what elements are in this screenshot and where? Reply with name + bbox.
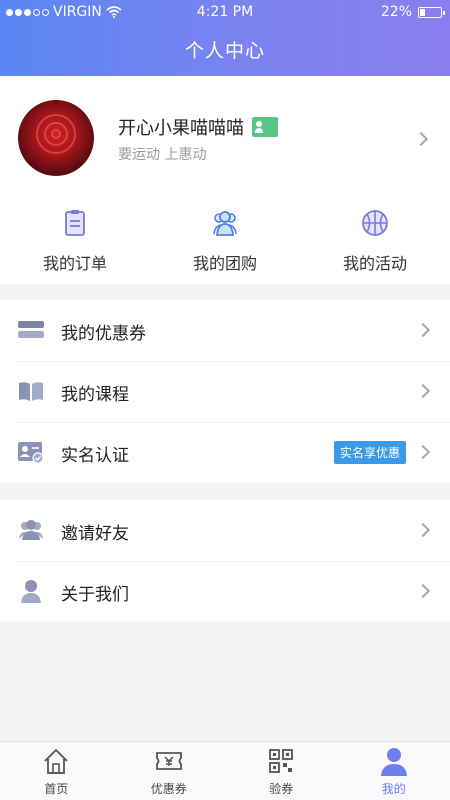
status-bar: VIRGIN 4:21 PM 22% bbox=[0, 0, 450, 26]
id-card-icon bbox=[18, 442, 44, 464]
chevron-right-icon bbox=[415, 444, 431, 460]
my-activities-button[interactable]: 我的活动 bbox=[300, 208, 450, 274]
nickname: 开心小果喵喵喵 bbox=[118, 118, 244, 139]
bottom-tab-bar: 首页 优惠券 验券 我的 bbox=[0, 741, 450, 800]
tab-mine[interactable]: 我的 bbox=[338, 742, 450, 800]
menu-item-real-name-auth[interactable]: 实名认证 实名享优惠 bbox=[0, 422, 450, 483]
my-activities-label: 我的活动 bbox=[342, 254, 407, 273]
qr-code-icon bbox=[269, 749, 294, 773]
menu-label-coupons: 我的优惠券 bbox=[61, 324, 146, 344]
menu-item-courses[interactable]: 我的课程 bbox=[0, 361, 450, 422]
top-header: VIRGIN 4:21 PM 22% 个人中心 bbox=[0, 0, 450, 76]
quick-actions: 我的订单 我的团购 我的活动 bbox=[0, 208, 450, 274]
tab-coupons[interactable]: 优惠券 bbox=[113, 742, 226, 800]
menu-item-about-us[interactable]: 关于我们 bbox=[0, 561, 450, 622]
chevron-right-icon bbox=[415, 583, 431, 599]
menu-item-invite-friends[interactable]: 邀请好友 bbox=[0, 500, 450, 561]
group-buy-icon bbox=[213, 211, 237, 236]
real-name-discount-badge: 实名享优惠 bbox=[333, 441, 406, 464]
tab-mine-label: 我的 bbox=[381, 782, 406, 796]
book-icon bbox=[19, 382, 43, 401]
chevron-right-icon bbox=[415, 383, 431, 399]
menu-label-real-name-auth: 实名认证 bbox=[61, 446, 129, 466]
friends-icon bbox=[19, 520, 43, 540]
menu-label-invite-friends: 邀请好友 bbox=[61, 524, 129, 544]
tab-coupons-label: 优惠券 bbox=[150, 782, 187, 796]
tab-home-label: 首页 bbox=[44, 782, 69, 796]
menu-group-secondary: 邀请好友 关于我们 bbox=[0, 500, 450, 621]
nickname-row: 开心小果喵喵喵 bbox=[118, 114, 278, 140]
menu-label-courses: 我的课程 bbox=[61, 385, 129, 405]
menu-item-coupons[interactable]: 我的优惠券 bbox=[0, 300, 450, 361]
ticket-icon bbox=[155, 752, 182, 770]
tab-verify-coupons-label: 验券 bbox=[269, 782, 294, 796]
user-icon bbox=[380, 748, 407, 776]
my-group-buy-button[interactable]: 我的团购 bbox=[150, 208, 300, 274]
battery-area: 22% bbox=[380, 4, 445, 20]
chevron-right-icon bbox=[415, 322, 431, 338]
battery-percent: 22% bbox=[380, 4, 412, 20]
basketball-icon bbox=[362, 210, 388, 236]
chevron-right-icon bbox=[415, 522, 431, 538]
coupon-icon bbox=[18, 321, 44, 338]
menu-label-about-us: 关于我们 bbox=[61, 585, 129, 605]
my-orders-label: 我的订单 bbox=[42, 254, 107, 273]
verified-icon bbox=[252, 117, 278, 137]
avatar[interactable] bbox=[18, 100, 94, 176]
profile-motto: 要运动 上惠动 bbox=[118, 147, 207, 163]
my-group-buy-label: 我的团购 bbox=[192, 254, 257, 273]
profile-card: 开心小果喵喵喵 要运动 上惠动 我的订单 我的团购 我的活动 bbox=[0, 76, 450, 284]
page-title: 个人中心 bbox=[184, 40, 265, 62]
tab-home[interactable]: 首页 bbox=[0, 742, 113, 800]
person-icon bbox=[21, 580, 41, 603]
menu-group-primary: 我的优惠券 我的课程 实名认证 实名享优惠 bbox=[0, 300, 450, 483]
profile-chevron-right-icon[interactable] bbox=[413, 131, 429, 147]
order-list-icon bbox=[65, 210, 85, 236]
tab-verify-coupons[interactable]: 验券 bbox=[225, 742, 338, 800]
my-orders-button[interactable]: 我的订单 bbox=[0, 208, 150, 274]
home-icon bbox=[44, 748, 68, 774]
battery-icon bbox=[418, 6, 445, 18]
